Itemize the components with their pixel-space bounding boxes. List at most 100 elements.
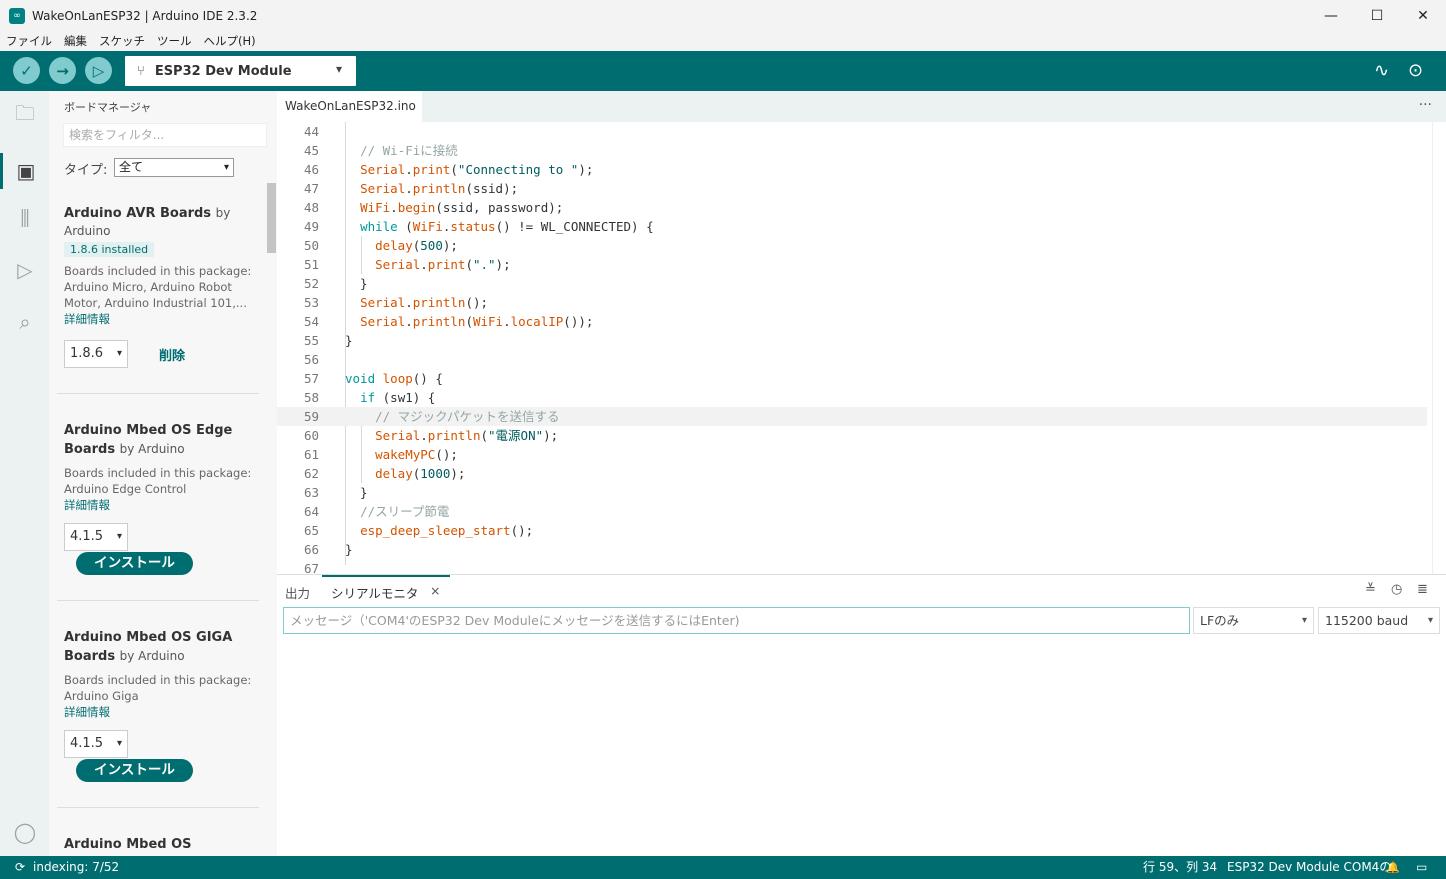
menu-sketch[interactable]: スケッチ <box>99 33 145 49</box>
code-line[interactable]: 61 wakeMyPC(); <box>277 445 1427 464</box>
clear-output-icon[interactable]: ≣ <box>1417 582 1428 597</box>
line-number: 47 <box>303 181 319 196</box>
verify-button[interactable]: ✓ <box>13 57 40 84</box>
more-info-link[interactable]: 詳細情報 <box>64 704 254 720</box>
code-line[interactable]: 55} <box>277 331 1427 350</box>
search-icon[interactable]: ⌕ <box>12 309 38 335</box>
remove-button[interactable]: 削除 <box>159 345 185 364</box>
editor-scrollbar[interactable] <box>1432 122 1446 574</box>
package-by: by Arduino <box>119 442 185 456</box>
more-info-link[interactable]: 詳細情報 <box>64 311 254 327</box>
code-line[interactable]: 49 while (WiFi.status() != WL_CONNECTED)… <box>277 217 1427 236</box>
code-line[interactable]: 45 // Wi-Fiに接続 <box>277 141 1427 160</box>
package-by: by <box>215 206 231 220</box>
line-number: 51 <box>303 257 319 272</box>
board-name: ESP32 Dev Module <box>154 63 292 79</box>
line-ending-select[interactable]: LFのみ ▾ <box>1193 607 1314 634</box>
maximize-button[interactable]: ☐ <box>1354 0 1400 31</box>
line-number: 45 <box>303 143 319 158</box>
close-icon[interactable]: × <box>430 583 440 598</box>
board-port-status[interactable]: ESP32 Dev Module COM4の <box>1227 856 1391 879</box>
code-text: Serial.println("電源ON"); <box>375 428 559 443</box>
code-line[interactable]: 56 <box>277 350 1427 369</box>
bottom-panel-tabs: 出力 シリアルモニタ × ≚ ◷ ≣ <box>277 575 1446 605</box>
debug-panel-icon[interactable]: ▷ <box>12 257 38 283</box>
collapse-icon[interactable]: ≚ <box>1365 582 1376 597</box>
account-icon[interactable]: ◯ <box>12 819 38 845</box>
code-line[interactable]: 67 <box>277 559 1427 574</box>
install-button[interactable]: インストール <box>76 552 193 575</box>
version-select[interactable]: 4.1.5 ▾ <box>64 523 128 551</box>
line-number: 66 <box>303 542 319 557</box>
board-selector[interactable]: ⑂ ESP32 Dev Module ▾ <box>125 56 356 86</box>
code-line[interactable]: 59 // マジックパケットを送信する <box>277 407 1427 426</box>
version-select[interactable]: 4.1.5 ▾ <box>64 730 128 758</box>
code-text: delay(500); <box>375 238 458 253</box>
tab-serial-monitor[interactable]: シリアルモニタ <box>331 583 418 602</box>
code-line[interactable]: 58 if (sw1) { <box>277 388 1427 407</box>
sidebar-scrollbar[interactable] <box>267 183 276 253</box>
line-number: 63 <box>303 485 319 500</box>
layout-icon[interactable]: ▭ <box>1416 856 1427 879</box>
more-icon[interactable]: ··· <box>1419 97 1432 113</box>
upload-button[interactable]: → <box>49 57 76 84</box>
code-line[interactable]: 65 esp_deep_sleep_start(); <box>277 521 1427 540</box>
close-button[interactable]: ✕ <box>1400 0 1446 31</box>
cursor-position[interactable]: 行 59、列 34 <box>1143 856 1217 879</box>
file-tab[interactable]: WakeOnLanESP32.ino <box>277 91 422 122</box>
menu-edit[interactable]: 編集 <box>64 33 87 49</box>
more-info-link[interactable]: 詳細情報 <box>64 497 254 513</box>
chevron-down-icon: ▾ <box>335 62 342 76</box>
timestamp-icon[interactable]: ◷ <box>1391 582 1402 597</box>
chevron-down-icon: ▾ <box>116 738 122 749</box>
code-line[interactable]: 57 void loop() { <box>277 369 1427 388</box>
baud-rate-select[interactable]: 115200 baud ▾ <box>1318 607 1440 634</box>
code-editor[interactable]: 44 45 // Wi-Fiに接続 46 Serial.print("Connect… <box>277 122 1446 574</box>
debug-button[interactable]: ▷ <box>85 57 112 84</box>
chevron-down-icon: ▾ <box>116 531 122 542</box>
board-icon: ▣ <box>16 159 36 183</box>
code-line[interactable]: 52 } <box>277 274 1427 293</box>
code-line[interactable]: 64 //スリープ節電 <box>277 502 1427 521</box>
menu-tools[interactable]: ツール <box>157 33 192 49</box>
status-bar: ⟳ indexing: 7/52 行 59、列 34 ESP32 Dev Mod… <box>0 856 1446 879</box>
code-line[interactable]: 53 Serial.println(); <box>277 293 1427 312</box>
code-line[interactable]: 44 <box>277 122 1427 141</box>
debug-icon: ▷ <box>92 61 105 80</box>
sketchbook-icon[interactable]: 🗀 <box>12 101 38 129</box>
version-select[interactable]: 1.8.6 ▾ <box>64 340 128 368</box>
code-text: wakeMyPC(); <box>375 447 458 462</box>
menu-file[interactable]: ファイル <box>6 33 52 49</box>
minimize-button[interactable]: — <box>1308 0 1354 31</box>
sync-icon: ⟳ <box>15 860 26 874</box>
code-line[interactable]: 63 } <box>277 483 1427 502</box>
tab-output[interactable]: 出力 <box>285 583 310 602</box>
line-number: 64 <box>303 504 319 519</box>
filter-input[interactable]: 検索をフィルタ... <box>63 123 267 147</box>
arduino-logo-icon: ∞ <box>9 7 25 24</box>
code-line[interactable]: 54 Serial.println(WiFi.localIP()); <box>277 312 1427 331</box>
serial-plotter-icon[interactable]: ∿ <box>1374 60 1389 81</box>
code-line[interactable]: 46 Serial.print("Connecting to "); <box>277 160 1427 179</box>
code-line[interactable]: 60 Serial.println("電源ON"); <box>277 426 1427 445</box>
install-button[interactable]: インストール <box>76 759 193 782</box>
line-number: 65 <box>303 523 319 538</box>
code-text: Serial.print("Connecting to "); <box>360 162 594 177</box>
code-line[interactable]: 47 Serial.println(ssid); <box>277 179 1427 198</box>
code-line[interactable]: 50 delay(500); <box>277 236 1427 255</box>
menu-help[interactable]: ヘルプ(H) <box>204 33 256 49</box>
package-name: Arduino AVR Boards <box>64 206 212 221</box>
type-select[interactable]: 全て ▾ <box>114 158 234 177</box>
code-line[interactable]: 51 Serial.print("."); <box>277 255 1427 274</box>
serial-monitor-icon[interactable]: ⊙ <box>1408 60 1423 81</box>
boards-manager-icon[interactable]: ▣ <box>0 153 49 189</box>
bell-icon[interactable]: 🔔 <box>1386 856 1400 879</box>
code-line[interactable]: 66} <box>277 540 1427 559</box>
serial-message-input[interactable]: メッセージ（'COM4'のESP32 Dev Moduleにメッセージを送信する… <box>283 607 1190 634</box>
type-value: 全て <box>119 160 144 174</box>
installed-badge: 1.8.6 installed <box>64 242 155 257</box>
line-number: 46 <box>303 162 319 177</box>
library-manager-icon[interactable]: ⫼ <box>12 205 38 231</box>
code-line[interactable]: 48 WiFi.begin(ssid, password); <box>277 198 1427 217</box>
code-line[interactable]: 62 delay(1000); <box>277 464 1427 483</box>
